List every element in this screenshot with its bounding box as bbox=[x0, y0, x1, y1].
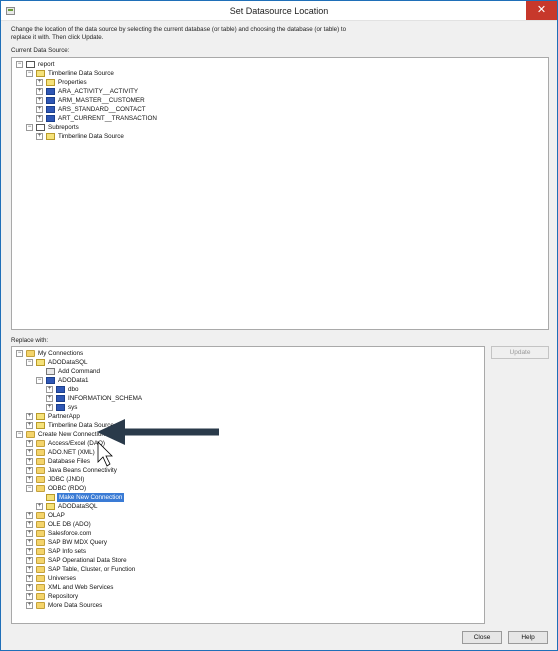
dialog-window: Set Datasource Location ✕ Change the loc… bbox=[0, 0, 558, 651]
mouse-cursor-icon bbox=[97, 441, 113, 467]
annotation-arrow bbox=[97, 419, 219, 445]
annotation-arrow-overlay bbox=[97, 419, 219, 467]
